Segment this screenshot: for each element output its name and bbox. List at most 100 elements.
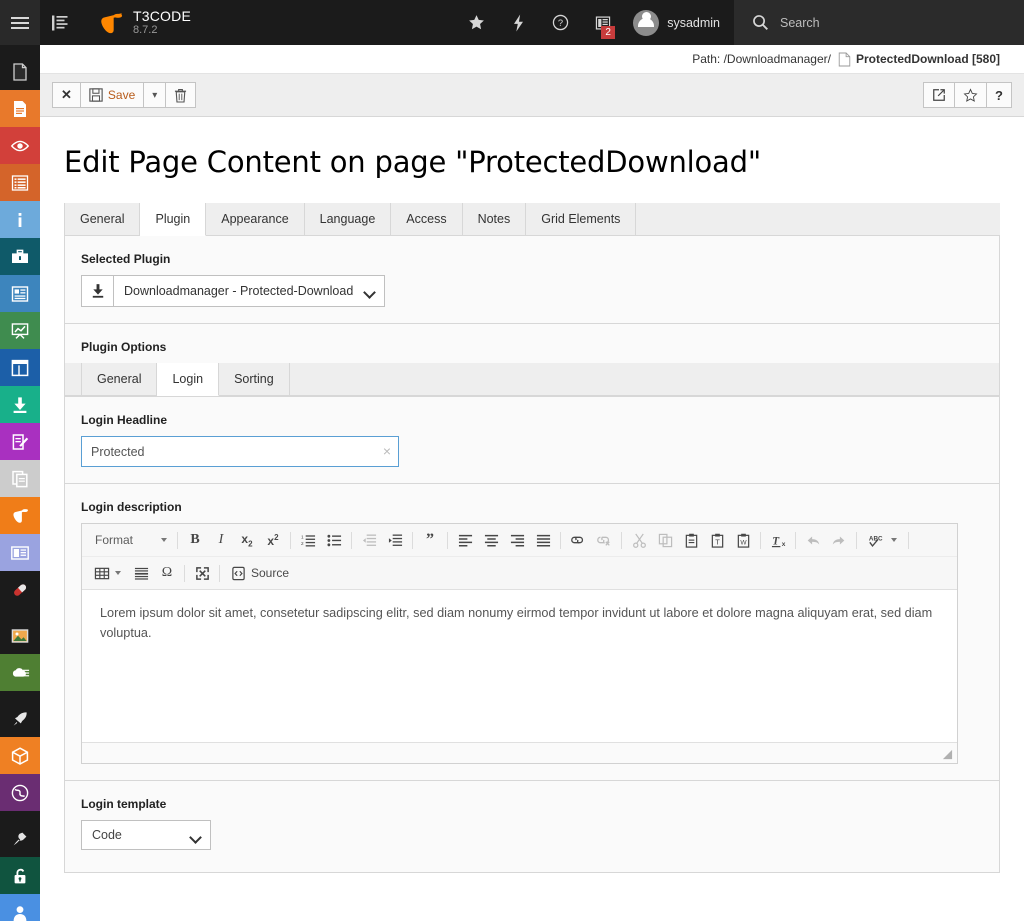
svg-text:T: T (772, 535, 780, 547)
menu-toggle-button[interactable] (0, 0, 40, 45)
sidebar-item-weather[interactable] (0, 654, 40, 691)
indent-icon[interactable] (382, 528, 408, 552)
align-center-icon[interactable] (478, 528, 504, 552)
selected-plugin-select[interactable]: Downloadmanager - Protected-Download (113, 275, 385, 307)
clear-input-icon[interactable]: × (383, 444, 391, 458)
login-headline-section: Login Headline × (64, 397, 1000, 484)
sidebar-item-rocket[interactable] (0, 700, 40, 737)
sidebar-item-typo3[interactable] (0, 497, 40, 534)
sidebar-item-templavoila[interactable] (0, 275, 40, 312)
form-pen-icon (12, 433, 29, 450)
tab-plugin-general[interactable]: General (81, 363, 158, 396)
align-left-icon[interactable] (452, 528, 478, 552)
tab-plugin[interactable]: Plugin (140, 203, 207, 236)
bookmark-button[interactable] (954, 82, 988, 108)
format-combo[interactable]: Format (87, 528, 173, 552)
login-template-select[interactable]: Code (81, 820, 211, 850)
chevron-down-icon (161, 538, 167, 542)
sidebar-item-copy[interactable] (0, 460, 40, 497)
tab-grid-elements[interactable]: Grid Elements (526, 203, 637, 236)
tab-general[interactable]: General (64, 203, 141, 236)
sidebar-item-extension[interactable] (0, 571, 40, 608)
sidebar-item-reports[interactable] (0, 312, 40, 349)
breadcrumb: Path: /Downloadmanager/ ProtectedDownloa… (40, 45, 1024, 74)
editor-footer (82, 742, 957, 763)
horizontal-rule-icon[interactable] (128, 561, 154, 585)
sidebar-item-backend-users[interactable] (0, 894, 40, 921)
remove-format-icon[interactable]: Tx (765, 528, 791, 552)
editor-toolbar-row-2: Ω Source (82, 556, 957, 589)
delete-button[interactable] (165, 82, 197, 108)
box-icon (11, 746, 29, 765)
sidebar-item-layout[interactable] (0, 349, 40, 386)
paste-from-word-icon[interactable]: W (730, 528, 756, 552)
user-menu-button[interactable]: sysadmin (624, 0, 734, 45)
special-character-icon[interactable]: Ω (154, 561, 180, 585)
sidebar-item-media[interactable] (0, 617, 40, 654)
close-button[interactable]: ✕ (52, 82, 81, 108)
table-icon[interactable] (87, 561, 128, 585)
sidebar-item-view[interactable] (0, 127, 40, 164)
editor-content-area[interactable]: Lorem ipsum dolor sit amet, consetetur s… (82, 590, 957, 742)
sidebar-item-page[interactable] (0, 90, 40, 127)
sidebar-item-plug[interactable] (0, 820, 40, 857)
paste-as-text-icon[interactable]: T (704, 528, 730, 552)
plugin-options-tab-bar: General Login Sorting (65, 363, 999, 396)
logo-area[interactable]: T3CODE 8.7.2 (80, 0, 191, 45)
sidebar-item-security[interactable] (0, 857, 40, 894)
help-button[interactable]: ? (986, 82, 1012, 108)
resize-grip-icon[interactable] (942, 749, 953, 760)
page-icon (14, 100, 26, 117)
editor-body-text: Lorem ipsum dolor sit amet, consetetur s… (100, 606, 933, 640)
maximize-icon[interactable] (189, 561, 215, 585)
sidebar-item-filelist[interactable] (0, 238, 40, 275)
search-box[interactable]: Search (734, 0, 1024, 45)
help-button[interactable]: ? (539, 0, 582, 45)
bulleted-list-icon[interactable] (321, 528, 347, 552)
align-right-icon[interactable] (504, 528, 530, 552)
bold-icon[interactable]: B (182, 528, 208, 552)
sidebar-item-page-tree-toggle[interactable] (0, 53, 40, 90)
sidebar-item-globe[interactable] (0, 774, 40, 811)
align-justify-icon[interactable] (530, 528, 556, 552)
svg-text:T: T (715, 537, 720, 546)
sidebar-separator-3 (0, 811, 40, 820)
paste-icon[interactable] (678, 528, 704, 552)
sidebar-item-list[interactable] (0, 164, 40, 201)
tab-plugin-sorting[interactable]: Sorting (219, 363, 290, 396)
sidebar-item-package[interactable] (0, 737, 40, 774)
typo3-logo-icon (13, 508, 28, 523)
bookmark-star-button[interactable] (455, 0, 498, 45)
image-icon (11, 628, 29, 643)
save-dropdown-button[interactable]: ▾ (143, 82, 167, 108)
cloud-icon (12, 667, 30, 677)
sidebar-item-form[interactable] (0, 423, 40, 460)
source-button[interactable]: Source (224, 561, 296, 585)
sidebar-separator-1 (0, 608, 40, 617)
module-menu-toggle-button[interactable] (40, 0, 80, 45)
superscript-icon[interactable]: x2 (260, 528, 286, 552)
sidebar-item-news[interactable] (0, 534, 40, 571)
open-in-new-window-button[interactable] (923, 82, 956, 108)
tab-notes[interactable]: Notes (462, 203, 527, 236)
login-headline-input[interactable] (81, 436, 399, 467)
top-toolbar: T3CODE 8.7.2 ? 2 sysadmin Search (0, 0, 1024, 45)
tab-plugin-login[interactable]: Login (157, 363, 220, 396)
blockquote-icon[interactable]: ” (417, 528, 443, 552)
tab-language[interactable]: Language (304, 203, 392, 236)
tab-appearance[interactable]: Appearance (206, 203, 305, 236)
toolbar-separator (184, 564, 185, 582)
sidebar-item-downloadmanager[interactable] (0, 386, 40, 423)
system-information-button[interactable]: 2 (582, 0, 624, 45)
page-doc-icon (838, 52, 851, 66)
link-icon[interactable] (565, 528, 591, 552)
clear-cache-button[interactable] (498, 0, 539, 45)
numbered-list-icon[interactable]: 12 (295, 528, 321, 552)
tab-access[interactable]: Access (391, 203, 463, 236)
spellcheck-icon[interactable]: ABC (861, 528, 904, 552)
sidebar-item-info[interactable] (0, 201, 40, 238)
italic-icon[interactable]: I (208, 528, 234, 552)
unlink-icon (591, 528, 617, 552)
subscript-icon[interactable]: x2 (234, 528, 260, 552)
save-button[interactable]: Save (79, 82, 145, 108)
